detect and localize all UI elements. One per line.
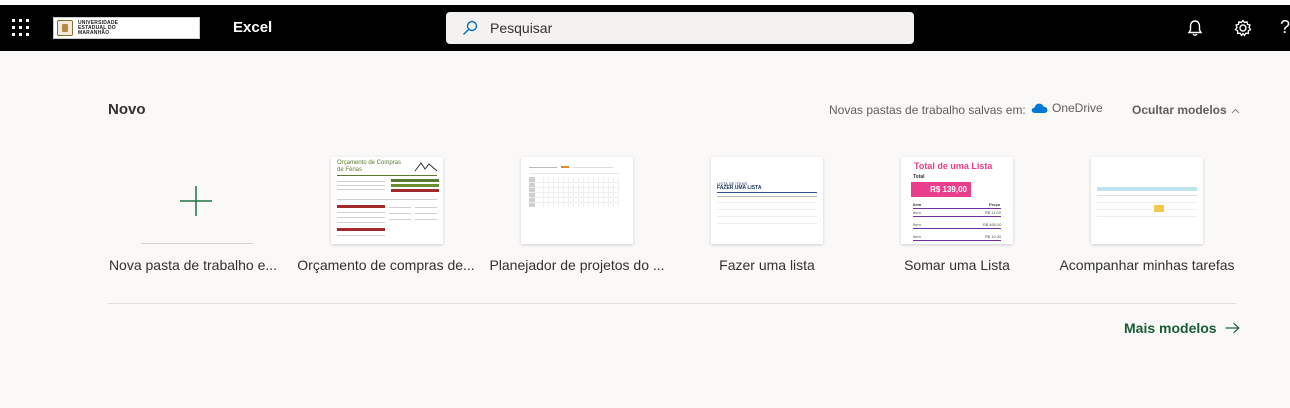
hide-templates-label: Ocultar modelos: [1132, 103, 1227, 117]
thumb-decoration-icon: [414, 162, 438, 172]
more-templates-link[interactable]: Mais modelos: [1124, 320, 1240, 336]
thumb-sum-row-item: Item: [913, 234, 921, 239]
onedrive-link[interactable]: OneDrive: [1031, 101, 1103, 115]
thumb-sum-row-item: Item: [913, 210, 921, 215]
notifications-icon[interactable]: [1184, 17, 1206, 39]
organization-logo[interactable]: UNIVERSIDADE ESTADUAL DO MARANHÃO: [53, 17, 200, 39]
thumb-sum-title: Total de uma Lista: [914, 161, 993, 171]
top-bar: UNIVERSIDADE ESTADUAL DO MARANHÃO Excel …: [0, 5, 1290, 51]
search-icon: [463, 20, 478, 35]
template-make-list[interactable]: LISTA DE ITENS FAZER UMA LISTA: [711, 157, 823, 244]
template-project-planner[interactable]: [521, 157, 633, 244]
thumb-sum-total-label: Total: [913, 174, 925, 180]
arrow-right-icon: [1225, 322, 1240, 334]
settings-icon[interactable]: [1232, 17, 1254, 39]
onedrive-cloud-icon: [1031, 103, 1048, 113]
thumb-sum-total-value: R$ 139,00: [911, 182, 971, 197]
app-name[interactable]: Excel: [233, 19, 272, 36]
app-launcher-icon[interactable]: [12, 19, 30, 37]
template-sum-list[interactable]: Total de uma Lista Total R$ 139,00 Item …: [901, 157, 1013, 244]
chevron-up-icon: [1231, 103, 1240, 117]
section-divider: [108, 303, 1236, 304]
search-placeholder: Pesquisar: [490, 20, 553, 36]
university-seal-icon: [57, 20, 73, 36]
thumb-sum-row-price: R$ 465,00: [983, 222, 1002, 227]
thumb-sum-col-item: Item: [913, 202, 922, 207]
template-vacation-budget[interactable]: Orçamento de Compras de Férias: [331, 157, 443, 244]
template-caption-tasks[interactable]: Acompanhar minhas tarefas: [1056, 257, 1238, 273]
thumb-sum-row-price: R$ 11,00: [985, 210, 1001, 215]
thumb-list-title: FAZER UMA LISTA: [717, 185, 762, 191]
onedrive-label: OneDrive: [1052, 101, 1103, 115]
template-caption-budget[interactable]: Orçamento de compras de...: [296, 257, 476, 273]
logo-text: UNIVERSIDADE ESTADUAL DO MARANHÃO: [78, 20, 119, 36]
thumb-sum-row-price: R$ 10,00: [985, 234, 1002, 239]
template-caption-planner[interactable]: Planejador de projetos do ...: [486, 257, 668, 273]
thumb-sum-row-item: Item: [913, 222, 921, 227]
template-caption-sum[interactable]: Somar uma Lista: [896, 257, 1018, 273]
template-caption-list[interactable]: Fazer uma lista: [706, 257, 828, 273]
help-button[interactable]: ?: [1280, 17, 1290, 38]
template-track-tasks[interactable]: [1091, 157, 1203, 244]
plus-icon: [180, 186, 212, 216]
section-title: Novo: [108, 101, 146, 118]
template-caption-blank[interactable]: Nova pasta de trabalho e...: [106, 257, 280, 273]
thumb-budget-title: Orçamento de Compras de Férias: [337, 160, 402, 173]
more-templates-label: Mais modelos: [1124, 320, 1217, 336]
thumb-sum-col-price: Preço: [989, 202, 1001, 207]
hide-templates-button[interactable]: Ocultar modelos: [1132, 103, 1240, 117]
search-box[interactable]: Pesquisar: [446, 12, 914, 44]
saved-in-label: Novas pastas de trabalho salvas em:: [829, 103, 1026, 117]
